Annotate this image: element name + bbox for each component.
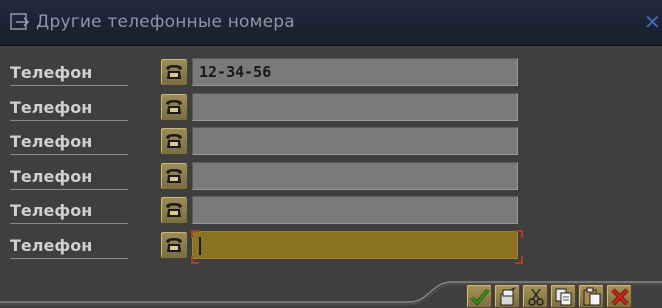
window-icon [10,12,32,32]
phone-number-field[interactable] [192,196,518,224]
cancel-button[interactable] [606,284,632,308]
dial-button[interactable] [160,196,188,224]
cancel-icon [611,288,629,306]
dial-button[interactable] [160,161,188,190]
phone-row: Телефон [0,91,662,125]
phone-row: Телефон [0,125,662,159]
save-button[interactable] [494,284,520,308]
phone-label: Телефон [10,200,128,224]
checkmark-icon [470,288,490,306]
phone-list-panel: Телефон 12-34-56 Телефон Телефон Телефон Теле… [0,46,662,308]
copy-button[interactable] [550,284,576,308]
telephone-icon [166,168,182,183]
close-icon[interactable]: ✕ [644,10,662,34]
dial-button[interactable] [160,230,188,259]
phone-label: Телефон [10,166,128,190]
phone-number-field[interactable] [192,127,518,155]
phone-label: Телефон [10,97,128,121]
cut-icon [528,288,544,306]
phone-number-field[interactable] [192,92,518,121]
telephone-icon [166,134,182,148]
focus-marker [515,229,523,238]
text-caret [199,236,201,255]
telephone-icon [166,203,182,217]
title-bar: Другие телефонные номера ✕ [0,0,662,46]
phone-row: Телефон [0,160,662,194]
phone-row: Телефон [0,194,662,228]
phone-number-value: 12-34-56 [199,63,272,81]
dial-button[interactable] [160,92,188,121]
telephone-icon [166,65,182,79]
telephone-icon [166,99,182,114]
dial-button[interactable] [160,127,188,155]
phone-number-field[interactable] [191,229,523,264]
dialog-window: Другие телефонные номера ✕ Телефон 12-34-… [0,0,662,308]
dial-button[interactable] [160,58,188,86]
paste-button[interactable] [578,284,604,308]
cut-button[interactable] [522,284,548,308]
confirm-button[interactable] [466,284,492,308]
phone-row: Телефон 12-34-56 [0,56,662,90]
phone-number-field[interactable] [192,161,518,190]
telephone-icon [166,237,182,252]
save-icon [500,287,516,306]
focus-marker [191,229,199,238]
dialog-toolbar [466,284,632,308]
phone-label: Телефон [10,62,128,86]
phone-label: Телефон [10,131,128,155]
phone-number-field[interactable]: 12-34-56 [192,58,518,86]
copy-icon [555,288,572,306]
window-title: Другие телефонные номера [36,12,295,32]
phone-label: Телефон [10,235,128,259]
paste-icon [583,287,601,306]
